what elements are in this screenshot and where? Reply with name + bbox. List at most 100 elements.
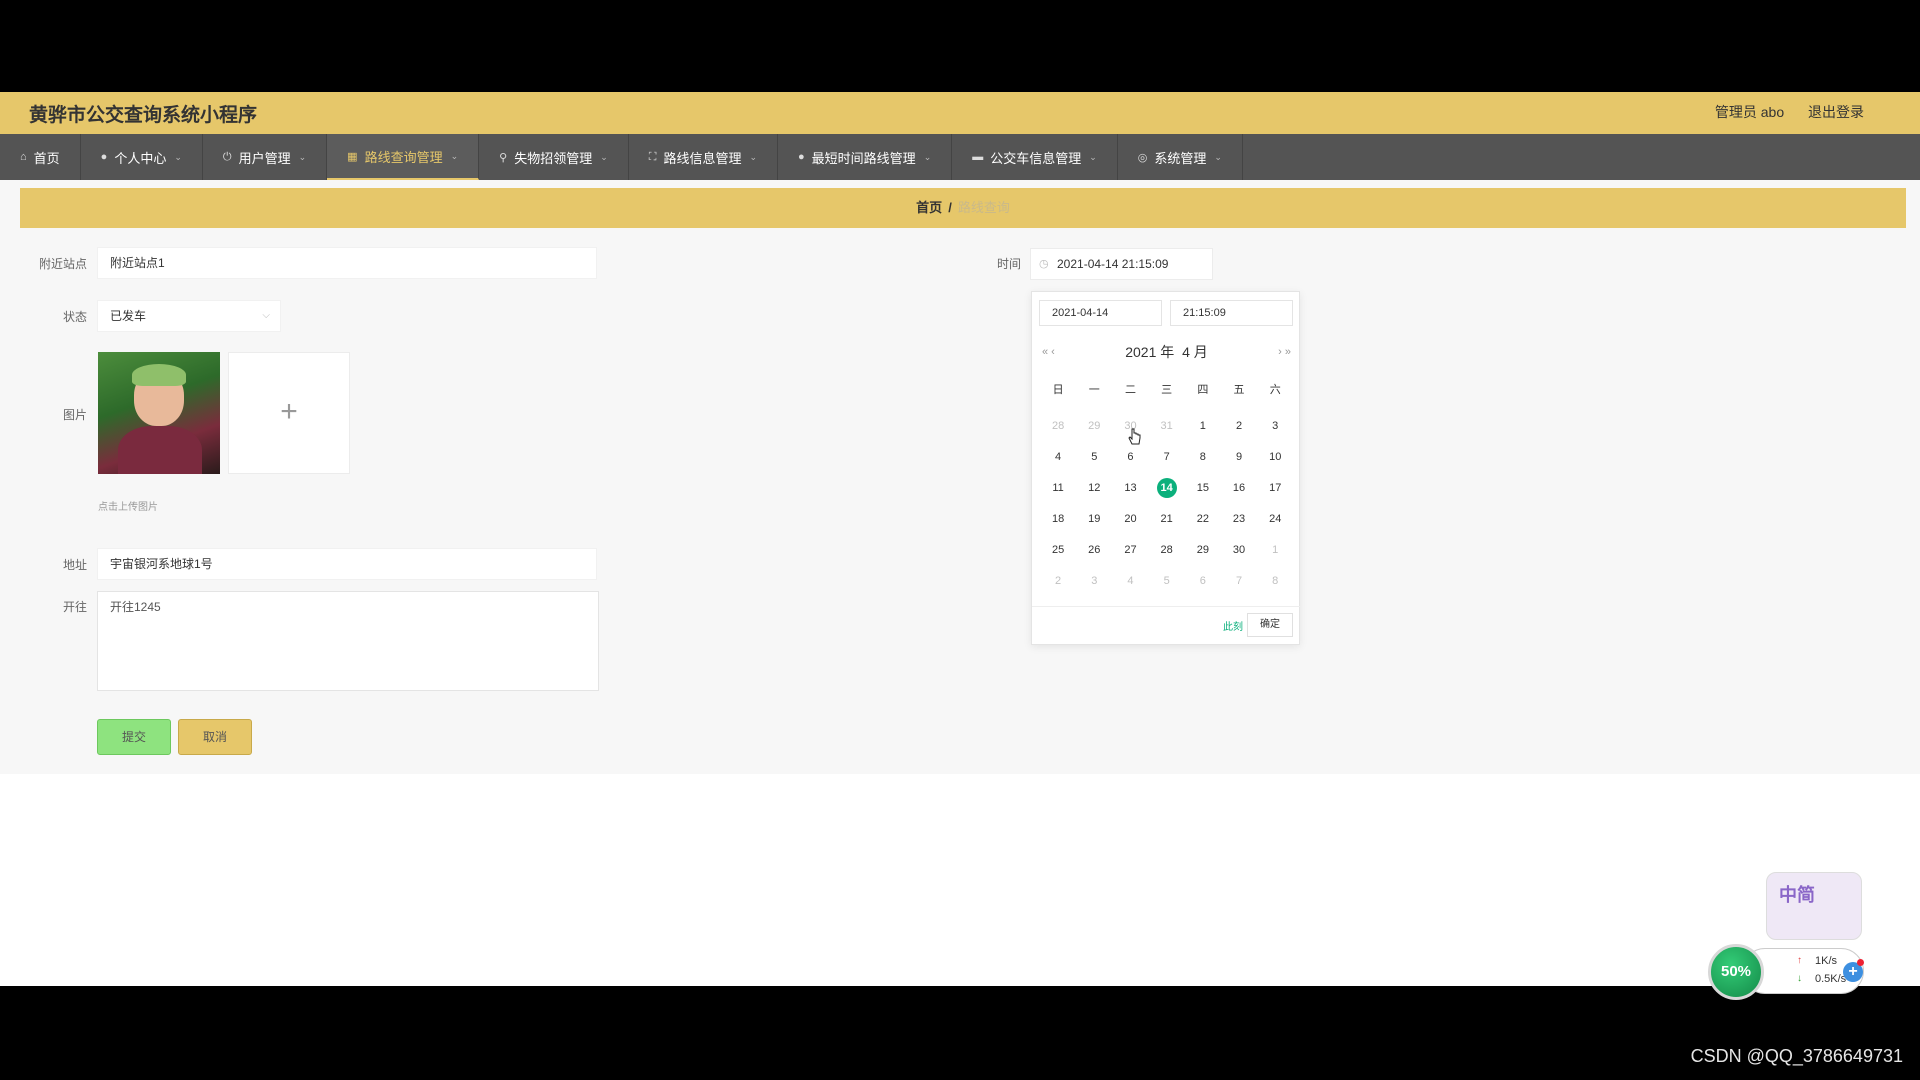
nav-item-label: 路线查询管理 xyxy=(364,149,443,165)
notification-dot xyxy=(1857,959,1864,966)
day-cell[interactable]: 23 xyxy=(1221,503,1257,534)
day-cell[interactable]: 20 xyxy=(1112,503,1148,534)
status-label: 状态 xyxy=(62,310,87,324)
day-number: 10 xyxy=(1269,450,1282,463)
day-cell[interactable]: 13 xyxy=(1112,472,1148,503)
day-cell[interactable]: 4 xyxy=(1040,441,1076,472)
main-content: 首页 / 路线查询 附近站点 附近站点1 状态 已发车 ⌵ 图片 + 点击上传图片 … xyxy=(0,180,1920,774)
chevron-down-icon: ⌵ xyxy=(262,310,270,321)
day-cell[interactable]: 7 xyxy=(1221,565,1257,596)
admin-user-label[interactable]: 管理员 abo xyxy=(1715,104,1784,120)
day-cell[interactable]: 24 xyxy=(1257,503,1293,534)
day-cell[interactable]: 8 xyxy=(1257,565,1293,596)
day-cell[interactable]: 2 xyxy=(1040,565,1076,596)
day-number: 6 xyxy=(1199,574,1206,587)
image-upload-button[interactable]: + xyxy=(228,352,350,474)
picker-date-input[interactable]: 2021-04-14 xyxy=(1039,300,1162,326)
nav-item-6[interactable]: ● 最短时间路线管理 ⌄ xyxy=(778,134,953,180)
day-number: 30 xyxy=(1232,543,1246,556)
day-cell[interactable]: 6 xyxy=(1185,565,1221,596)
prev-year-month-icon[interactable]: « ‹ xyxy=(1042,340,1055,364)
day-cell[interactable]: 19 xyxy=(1076,503,1112,534)
destination-textarea[interactable]: 开往1245 xyxy=(97,591,599,691)
day-cell[interactable]: 8 xyxy=(1185,441,1221,472)
breadcrumb-separator: / xyxy=(948,200,952,215)
memory-usage-ball[interactable]: 50% xyxy=(1708,944,1764,1000)
day-number: 14 xyxy=(1156,477,1177,498)
picker-year[interactable]: 2021 年 xyxy=(1125,344,1174,360)
selected-day-cell[interactable]: 14 xyxy=(1149,472,1185,503)
day-cell[interactable]: 5 xyxy=(1076,441,1112,472)
day-number: 4 xyxy=(1055,450,1062,463)
upload-speed: 1K/s xyxy=(1815,955,1838,967)
day-cell[interactable]: 22 xyxy=(1185,503,1221,534)
system-monitor-widget: 中简 ↑ 1K/s ↓ 0.5K/s + 50% xyxy=(1708,872,1868,1072)
day-cell[interactable]: 18 xyxy=(1040,503,1076,534)
day-cell[interactable]: 3 xyxy=(1076,565,1112,596)
nearby-station-input[interactable]: 附近站点1 xyxy=(97,247,597,279)
day-number: 13 xyxy=(1124,481,1137,494)
picker-month[interactable]: 4 月 xyxy=(1182,344,1208,360)
nav-item-8[interactable]: ◎ 系统管理 ⌄ xyxy=(1118,134,1243,180)
breadcrumb: 首页 / 路线查询 xyxy=(20,188,1906,228)
nav-item-label: 失物招领管理 xyxy=(514,150,593,166)
breadcrumb-home[interactable]: 首页 xyxy=(916,200,942,215)
day-cell[interactable]: 16 xyxy=(1221,472,1257,503)
address-input[interactable]: 宇宙银河系地球1号 xyxy=(97,548,597,580)
nav-item-0[interactable]: ⌂ 首页 xyxy=(0,134,81,180)
picker-time-input[interactable]: 21:15:09 xyxy=(1170,300,1293,326)
nav-item-1[interactable]: ● 个人中心 ⌄ xyxy=(81,134,203,180)
day-cell[interactable]: 3 xyxy=(1257,410,1293,441)
day-cell[interactable]: 29 xyxy=(1185,534,1221,565)
top-right-actions: 管理员 abo 退出登录 xyxy=(1695,102,1864,122)
day-cell[interactable]: 27 xyxy=(1112,534,1148,565)
day-cell[interactable]: 9 xyxy=(1221,441,1257,472)
home-icon: ⌂ xyxy=(20,151,27,163)
day-cell[interactable]: 7 xyxy=(1149,441,1185,472)
day-cell[interactable]: 31 xyxy=(1149,410,1185,441)
day-cell[interactable]: 26 xyxy=(1076,534,1112,565)
day-cell[interactable]: 17 xyxy=(1257,472,1293,503)
logout-link[interactable]: 退出登录 xyxy=(1808,104,1864,120)
weekday-header-row: 日一二三四五六 xyxy=(1040,381,1294,397)
day-cell[interactable]: 12 xyxy=(1076,472,1112,503)
picker-header: « ‹ 2021 年 4 月 › » xyxy=(1032,340,1301,364)
now-link[interactable]: 此刻 xyxy=(1223,618,1243,633)
day-cell[interactable]: 1 xyxy=(1257,534,1293,565)
day-cell[interactable]: 5 xyxy=(1149,565,1185,596)
nav-item-7[interactable]: ▬ 公交车信息管理 ⌄ xyxy=(952,134,1118,180)
csdn-watermark: CSDN @QQ_3786649731 xyxy=(1690,1046,1903,1066)
chevron-down-icon: ⌄ xyxy=(600,151,608,162)
day-cell[interactable]: 4 xyxy=(1112,565,1148,596)
cancel-button[interactable]: 取消 xyxy=(178,719,252,755)
confirm-button[interactable]: 确定 xyxy=(1247,613,1293,637)
submit-button[interactable]: 提交 xyxy=(97,719,171,755)
uploaded-image-thumbnail[interactable] xyxy=(98,352,220,474)
day-cell[interactable]: 10 xyxy=(1257,441,1293,472)
chevron-down-icon: ⌄ xyxy=(749,151,758,162)
day-cell[interactable]: 2 xyxy=(1221,410,1257,441)
day-cell[interactable]: 29 xyxy=(1076,410,1112,441)
day-grid: 28 29 30 31 1 2 3 4 5 6 7 8 9 10 11 12 13 14 15 16 17 18 19 20 2… xyxy=(1040,410,1294,596)
nav-item-label: 个人中心 xyxy=(114,150,167,166)
day-cell[interactable]: 15 xyxy=(1185,472,1221,503)
datetime-input[interactable]: ◷ 2021-04-14 21:15:09 xyxy=(1030,248,1213,280)
day-cell[interactable]: 28 xyxy=(1040,410,1076,441)
day-cell[interactable]: 25 xyxy=(1040,534,1076,565)
day-cell[interactable]: 1 xyxy=(1185,410,1221,441)
day-cell[interactable]: 30 xyxy=(1221,534,1257,565)
day-cell[interactable]: 21 xyxy=(1149,503,1185,534)
day-cell[interactable]: 28 xyxy=(1149,534,1185,565)
next-month-year-icon[interactable]: › » xyxy=(1278,340,1291,364)
nav-item-2[interactable]: ⏻ 用户管理 ⌄ xyxy=(203,134,328,180)
nav-item-3[interactable]: ▦ 路线查询管理 ⌄ xyxy=(327,134,480,180)
search-icon: ⚲ xyxy=(499,151,508,164)
day-cell[interactable]: 11 xyxy=(1040,472,1076,503)
power-icon: ⏻ xyxy=(222,150,232,163)
info-icon: ◎ xyxy=(1137,151,1148,164)
status-select[interactable]: 已发车 ⌵ xyxy=(97,300,281,332)
app-screen: 黄骅市公交查询系统小程序 管理员 abo 退出登录 ⌂ 首页 ● 个人中心 ⌄ ⏻ 用户管理… xyxy=(0,92,1920,1000)
widget-pet-badge[interactable]: 中简 xyxy=(1766,872,1862,940)
nav-item-5[interactable]: ⛶ 路线信息管理 ⌄ xyxy=(629,134,779,180)
nav-item-4[interactable]: ⚲ 失物招领管理 ⌄ xyxy=(479,134,629,180)
